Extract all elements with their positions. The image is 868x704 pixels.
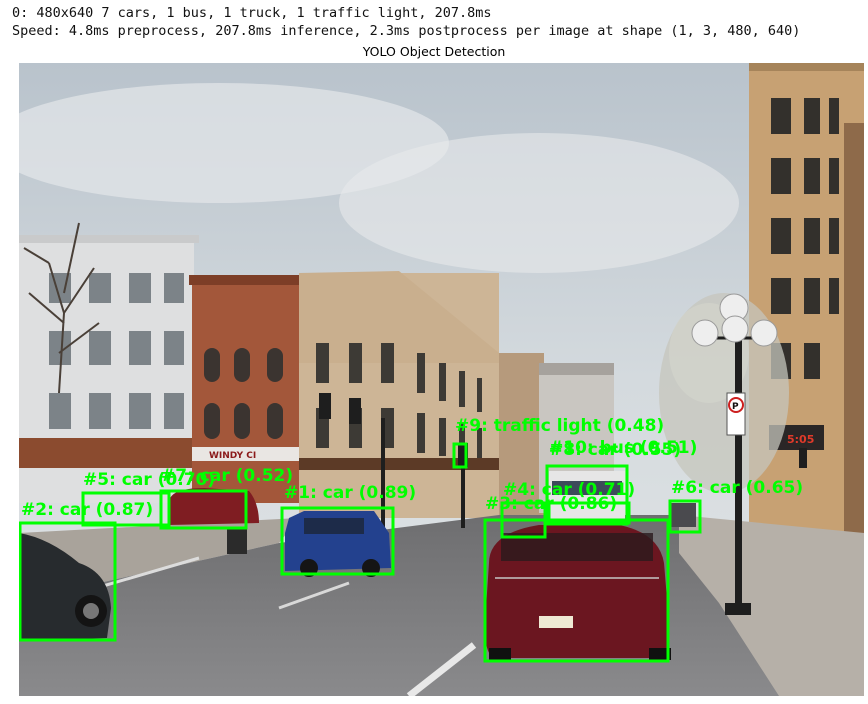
detection-label-1: #1: car (0.89) bbox=[284, 483, 416, 503]
street-scene: WINDY CI 5:05 P #1: car (0.89) #2: car (… bbox=[19, 63, 864, 696]
detection-label-7: #7: car (0.52) bbox=[161, 466, 293, 486]
detection-image: WINDY CI 5:05 P #1: car (0.89) #2: car (… bbox=[19, 63, 864, 696]
detection-label-10: #10: bus (0.51) bbox=[549, 438, 697, 458]
no-parking-sign: P bbox=[726, 392, 746, 436]
blue-car bbox=[285, 511, 391, 577]
console-output: 0: 480x640 7 cars, 1 bus, 1 truck, 1 tra… bbox=[12, 4, 800, 40]
detection-label-4: #4: car (0.71) bbox=[503, 480, 635, 500]
console-line-summary: 0: 480x640 7 cars, 1 bus, 1 truck, 1 tra… bbox=[12, 5, 492, 21]
detection-label-2: #2: car (0.87) bbox=[21, 500, 153, 520]
tall-building: 5:05 bbox=[749, 63, 864, 543]
red-sedan bbox=[484, 525, 671, 660]
trash-can bbox=[227, 528, 247, 554]
figure-title: YOLO Object Detection bbox=[362, 44, 506, 59]
console-line-speed: Speed: 4.8ms preprocess, 207.8ms inferen… bbox=[12, 23, 801, 39]
detection-label-6: #6: car (0.65) bbox=[671, 478, 803, 498]
clock-sign-text: 5:05 bbox=[787, 433, 814, 446]
detection-label-9: #9: traffic light (0.48) bbox=[455, 416, 664, 436]
white-building bbox=[19, 235, 199, 503]
no-parking-letter: P bbox=[732, 402, 739, 412]
shop-sign-text: WINDY CI bbox=[209, 451, 256, 461]
